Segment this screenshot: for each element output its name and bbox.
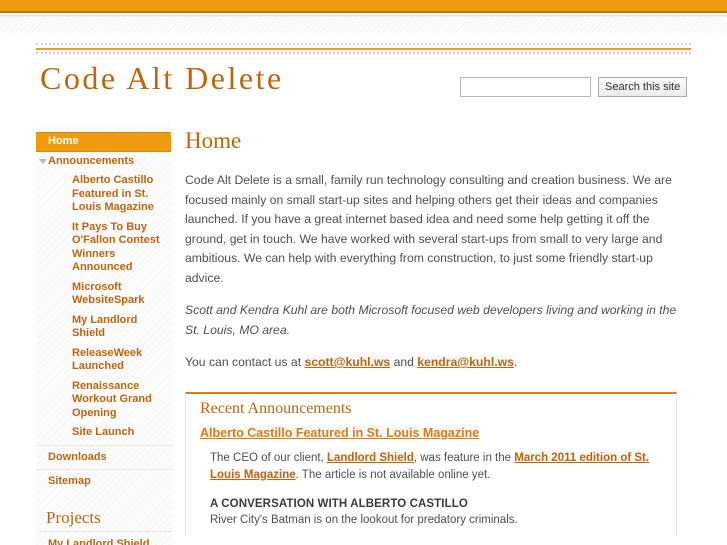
contact-prefix-text: You can contact us at: [185, 355, 305, 369]
sidebar-item-label: Alberto Castillo Featured in St. Louis M…: [72, 174, 154, 213]
sidebar-item-label: Renaissance Workout Grand Opening: [72, 379, 152, 419]
header-texture-band: [0, 18, 727, 33]
about-authors-paragraph: Scott and Kendra Kuhl are both Microsoft…: [185, 303, 677, 337]
recent-announcements-heading: Recent Announcements: [200, 399, 352, 417]
site-title: Code Alt Delete: [40, 60, 284, 96]
sidebar-nav: Home Announcements Alberto Castillo Featur…: [36, 132, 173, 492]
sidebar-item-label: Site Launch: [72, 426, 135, 438]
search-input[interactable]: [460, 77, 591, 97]
announcement-body-prefix: The CEO of our client,: [210, 451, 327, 464]
announcement-body-middle: , was feature in the: [413, 451, 515, 464]
sidebar-item-downloads[interactable]: Downloads: [36, 444, 173, 468]
sidebar-item-label: It Pays To Buy O'Fallon Contest Winners …: [72, 220, 160, 274]
email-link-scott[interactable]: scott@kuhl.ws: [304, 355, 391, 369]
search-area: Search this site: [460, 77, 688, 97]
sidebar: Home Announcements Alberto Castillo Featur…: [36, 126, 173, 545]
header-divider-orange: [36, 48, 691, 50]
sidebar-projects-heading: Projects: [38, 496, 171, 532]
top-accent-bar: [0, 0, 727, 13]
sidebar-item-my-landlord-shield[interactable]: My Landlord Shield: [36, 311, 173, 344]
sidebar-item-label: Announcements: [48, 154, 135, 167]
sidebar-item-sitemap[interactable]: Sitemap: [36, 469, 173, 492]
contact-suffix-text: .: [513, 355, 518, 369]
sidebar-item-alberto-castillo-featured-in-st-louis-magazine[interactable]: Alberto Castillo Featured in St. Louis M…: [36, 171, 173, 218]
sidebar-item-label: Microsoft WebsiteSpark: [72, 280, 145, 307]
intro-paragraph: Code Alt Delete is a small, family run t…: [185, 173, 672, 285]
sidebar-item-label: ReleaseWeek Launched: [72, 346, 143, 373]
sidebar-item-renaissance-workout-grand-opening[interactable]: Renaissance Workout Grand Opening: [36, 377, 173, 424]
sidebar-item-label: Downloads: [48, 450, 107, 463]
main-content: Home Code Alt Delete is a small, family …: [185, 126, 677, 545]
chevron-down-icon[interactable]: [39, 158, 47, 164]
sidebar-item-site-launch[interactable]: Site Launch: [36, 423, 173, 443]
sidebar-item-label: Home: [48, 135, 79, 147]
contact-paragraph: You can contact us at scott@kuhl.ws and …: [185, 353, 677, 373]
sidebar-item-home[interactable]: Home: [36, 132, 171, 152]
announcement-subline: River City's Batman is on the lookout fo…: [210, 513, 518, 526]
recent-announcements-panel: Recent Announcements Alberto Castillo Fe…: [185, 391, 677, 536]
header-divider-gray-bottom: [36, 52, 691, 54]
announcement-body-suffix: . The article is not available online ye…: [295, 468, 491, 481]
sidebar-item-it-pays-to-buy-o-fallon-contest-winners-announced[interactable]: It Pays To Buy O'Fallon Contest Winners …: [36, 218, 173, 278]
header-divider-gray-top: [36, 43, 691, 45]
page-title: Home: [185, 128, 242, 153]
body-columns: Home Announcements Alberto Castillo Featur…: [0, 126, 727, 545]
contact-joiner-text: and: [390, 355, 418, 369]
site-header: Code Alt Delete Search this site: [0, 33, 727, 118]
announcement-subheading: A CONVERSATION WITH ALBERTO CASTILLO: [210, 497, 468, 510]
email-link-kendra[interactable]: kendra@kuhl.ws: [417, 355, 514, 369]
announcement-body: The CEO of our client, Landlord Shield, …: [210, 450, 666, 484]
sidebar-item-label: My Landlord Shield: [72, 313, 138, 340]
sidebar-item-label: Sitemap: [48, 475, 91, 487]
right-gutter: [691, 33, 727, 545]
header-divider: [36, 43, 691, 54]
sidebar-item-my-landlord-shield[interactable]: My Landlord Shield: [36, 532, 173, 545]
landlord-shield-link[interactable]: Landlord Shield: [326, 451, 414, 464]
sidebar-item-microsoft-websitespark[interactable]: Microsoft WebsiteSpark: [36, 278, 173, 311]
announcement-title-link[interactable]: Alberto Castillo Featured in St. Louis M…: [200, 425, 480, 440]
sidebar-item-releaseweek-launched[interactable]: ReleaseWeek Launched: [36, 344, 173, 377]
page-root: Code Alt Delete Search this site Home Ann…: [0, 0, 727, 545]
sidebar-item-announcements[interactable]: Announcements: [36, 152, 173, 172]
search-this-site-button[interactable]: Search this site: [598, 77, 688, 97]
